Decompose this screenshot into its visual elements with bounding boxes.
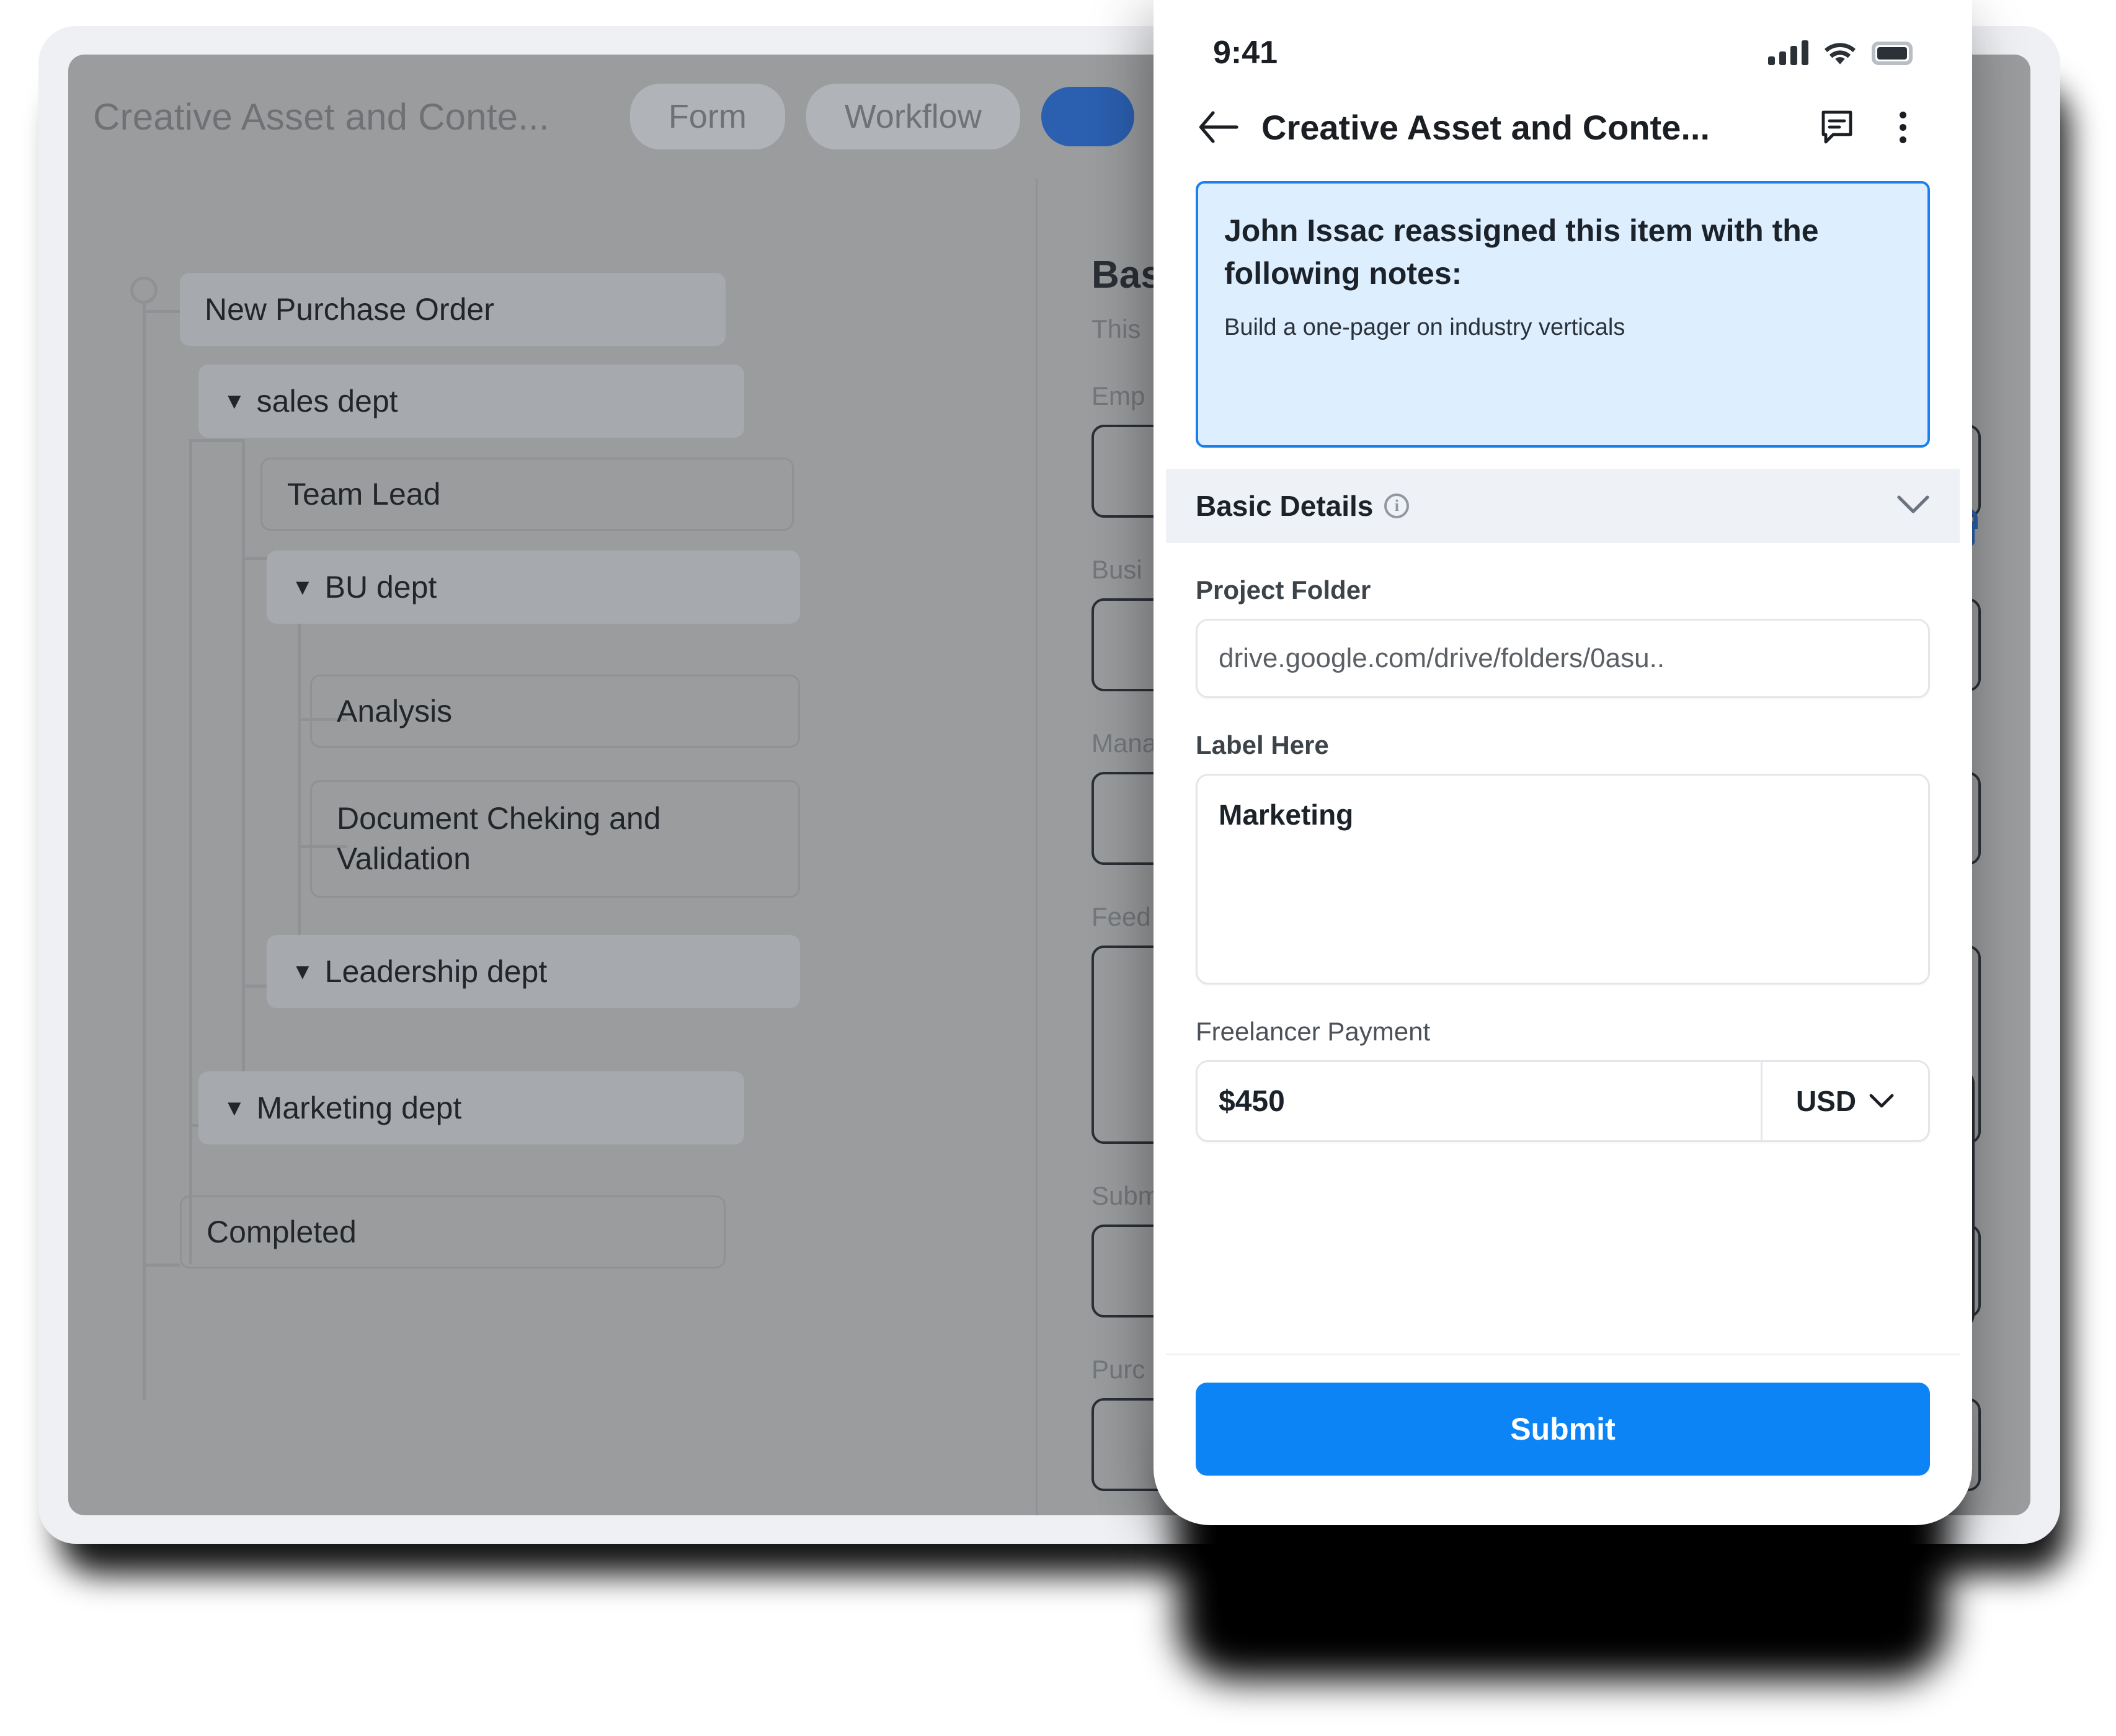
tree-node-label: sales dept	[256, 384, 398, 418]
back-arrow-icon[interactable]	[1196, 105, 1240, 149]
nav-bar: Creative Asset and Conte...	[1166, 87, 1960, 167]
notice-body: Build a one-pager on industry verticals	[1224, 314, 1625, 340]
status-bar: 9:41	[1166, 0, 1960, 87]
section-header-basic-details[interactable]: Basic Details i	[1166, 469, 1960, 543]
tab-form[interactable]: Form	[629, 84, 785, 149]
phone-device-frame: 9:41 Creative Asset and Conte... John Is…	[1154, 0, 1972, 1525]
tree-node-marketing-dept[interactable]: ▼ Marketing dept	[198, 1071, 744, 1145]
tree-connector	[189, 439, 242, 442]
tree-node-completed[interactable]: Completed	[180, 1195, 726, 1269]
tree-node-new-purchase-order[interactable]: New Purchase Order	[180, 273, 726, 346]
submit-button[interactable]: Submit	[1196, 1383, 1930, 1476]
section-title: Basic Details	[1196, 490, 1374, 522]
chevron-down-icon[interactable]	[1896, 494, 1930, 518]
notice-title: John Issac reassigned this item with the…	[1224, 213, 1819, 291]
page-title: Creative Asset and Conte...	[1261, 107, 1710, 147]
tree-node-label: Analysis	[337, 694, 453, 728]
tab-primary-action[interactable]	[1041, 87, 1134, 146]
tree-connector	[143, 1264, 180, 1267]
caret-down-icon: ▼	[223, 388, 246, 414]
tree-node-label: Leadership dept	[324, 954, 548, 989]
currency-value: USD	[1795, 1085, 1857, 1117]
tree-node-bu-dept[interactable]: ▼ BU dept	[267, 551, 800, 624]
cellular-signal-icon	[1768, 40, 1808, 65]
tree-spine-line	[143, 303, 146, 1400]
battery-icon	[1872, 42, 1913, 65]
info-icon[interactable]: i	[1384, 494, 1410, 518]
field-label-here: Label Here Marketing	[1166, 730, 1960, 985]
freelancer-payment-group: $450 USD	[1196, 1060, 1930, 1142]
kebab-menu-icon[interactable]	[1880, 105, 1925, 149]
tree-connector	[242, 439, 245, 1127]
comment-icon[interactable]	[1815, 105, 1859, 149]
tree-node-leadership-dept[interactable]: ▼ Leadership dept	[267, 935, 800, 1008]
phone-screen: 9:41 Creative Asset and Conte... John Is…	[1154, 0, 1972, 1525]
caret-down-icon: ▼	[291, 574, 314, 600]
tree-connector	[143, 310, 180, 313]
label-here-textarea[interactable]: Marketing	[1196, 774, 1930, 985]
field-label: Label Here	[1196, 730, 1329, 760]
tab-workflow[interactable]: Workflow	[806, 84, 1020, 149]
chevron-down-icon	[1869, 1094, 1894, 1108]
caret-down-icon: ▼	[223, 1095, 246, 1120]
field-label: Freelancer Payment	[1196, 1017, 1431, 1046]
tree-node-label: New Purchase Order	[205, 292, 494, 327]
currency-select[interactable]: USD	[1761, 1062, 1928, 1140]
field-label: Project Folder	[1196, 575, 1371, 604]
status-bar-clock: 9:41	[1213, 35, 1278, 71]
workflow-tree: New Purchase Order ▼ sales dept Team Lea…	[68, 179, 1036, 1515]
reassignment-notice-banner: John Issac reassigned this item with the…	[1196, 181, 1930, 448]
field-freelancer-payment: Freelancer Payment $450 USD	[1166, 1017, 1960, 1142]
payment-amount-input[interactable]: $450	[1198, 1062, 1761, 1140]
tree-node-team-lead[interactable]: Team Lead	[260, 458, 794, 531]
tablet-page-title: Creative Asset and Conte...	[93, 95, 549, 138]
tree-node-sales-dept[interactable]: ▼ sales dept	[198, 365, 744, 438]
status-bar-icons	[1768, 40, 1913, 65]
tree-node-label: Team Lead	[287, 477, 441, 512]
tree-root-node-icon	[130, 277, 158, 304]
screenshot-root: Creative Asset and Conte... Form Workflo…	[0, 0, 2116, 1736]
wifi-icon	[1825, 43, 1856, 64]
project-folder-input[interactable]: drive.google.com/drive/folders/0asu..	[1196, 619, 1930, 698]
tree-node-label: Document Cheking and Validation	[337, 801, 661, 876]
caret-down-icon: ▼	[291, 959, 314, 984]
tablet-tab-group: Form Workflow	[629, 84, 1134, 149]
tree-node-label: Marketing dept	[256, 1091, 462, 1125]
tree-node-document-checking[interactable]: Document Cheking and Validation	[310, 780, 800, 898]
tree-node-label: Completed	[207, 1215, 357, 1249]
field-project-folder: Project Folder drive.google.com/drive/fo…	[1166, 575, 1960, 698]
tree-node-analysis[interactable]: Analysis	[310, 675, 800, 748]
tree-connector	[189, 439, 192, 1264]
phone-content: John Issac reassigned this item with the…	[1166, 167, 1960, 1353]
phone-footer: Submit	[1166, 1353, 1960, 1513]
tree-node-label: BU dept	[324, 570, 437, 604]
